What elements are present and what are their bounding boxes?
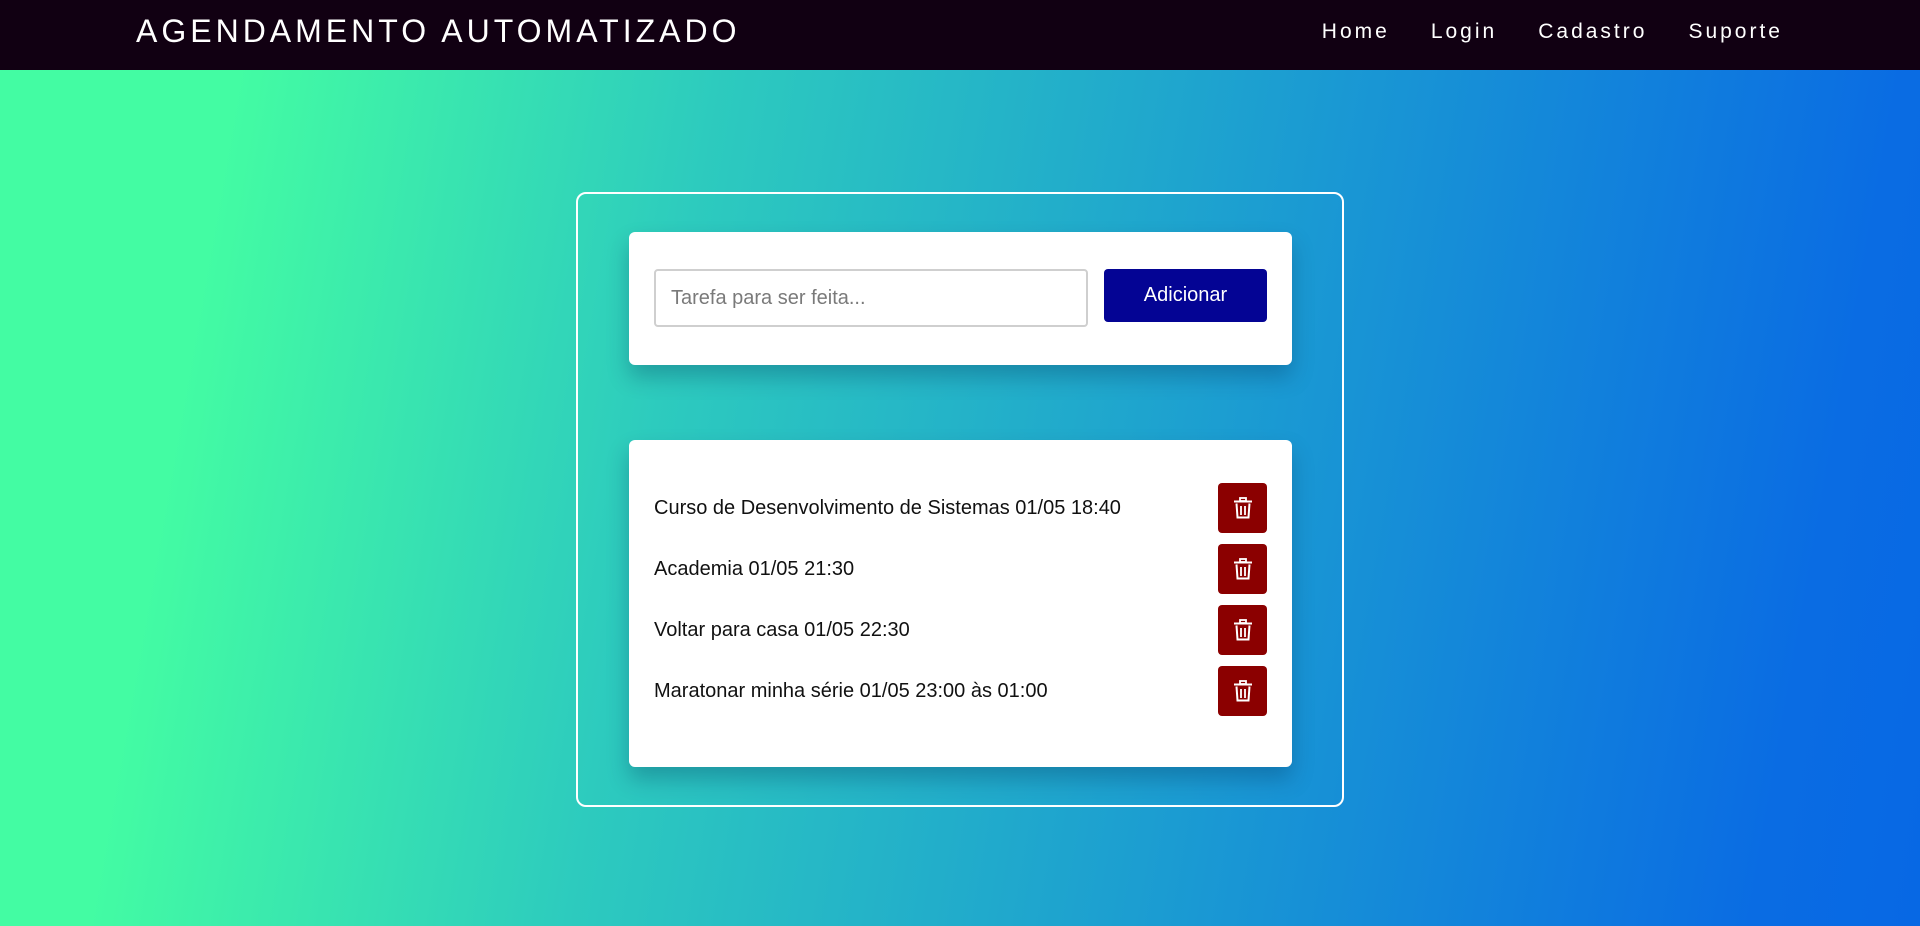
task-text: Voltar para casa 01/05 22:30: [654, 619, 910, 641]
delete-task-button[interactable]: [1218, 483, 1267, 533]
trash-icon: [1233, 558, 1253, 580]
task-text: Academia 01/05 21:30: [654, 558, 855, 580]
add-task-card: Adicionar: [629, 232, 1292, 365]
delete-task-button[interactable]: [1218, 605, 1267, 655]
task-text: Maratonar minha série 01/05 23:00 às 01:…: [654, 680, 1048, 702]
delete-task-button[interactable]: [1218, 544, 1267, 594]
task-item: Maratonar minha série 01/05 23:00 às 01:…: [654, 666, 1267, 716]
trash-icon: [1233, 497, 1253, 519]
site-brand[interactable]: AGENDAMENTO AUTOMATIZADO: [136, 13, 741, 50]
nav-link-suporte[interactable]: Suporte: [1688, 20, 1783, 44]
task-list-card: Curso de Desenvolvimento de Sistemas 01/…: [629, 440, 1292, 767]
delete-task-button[interactable]: [1218, 666, 1267, 716]
nav-link-home[interactable]: Home: [1322, 20, 1390, 44]
task-item: Academia 01/05 21:30: [654, 544, 1267, 594]
nav-link-cadastro[interactable]: Cadastro: [1538, 20, 1647, 44]
top-navbar: AGENDAMENTO AUTOMATIZADO Home Login Cada…: [0, 0, 1920, 70]
nav-links: Home Login Cadastro Suporte: [1322, 20, 1783, 44]
trash-icon: [1233, 619, 1253, 641]
add-task-button[interactable]: Adicionar: [1104, 269, 1267, 322]
task-item: Voltar para casa 01/05 22:30: [654, 605, 1267, 655]
task-item: Curso de Desenvolvimento de Sistemas 01/…: [654, 483, 1267, 533]
task-list: Curso de Desenvolvimento de Sistemas 01/…: [654, 483, 1267, 716]
task-input[interactable]: [654, 269, 1088, 327]
nav-link-login[interactable]: Login: [1431, 20, 1497, 44]
trash-icon: [1233, 680, 1253, 702]
task-text: Curso de Desenvolvimento de Sistemas 01/…: [654, 497, 1121, 519]
